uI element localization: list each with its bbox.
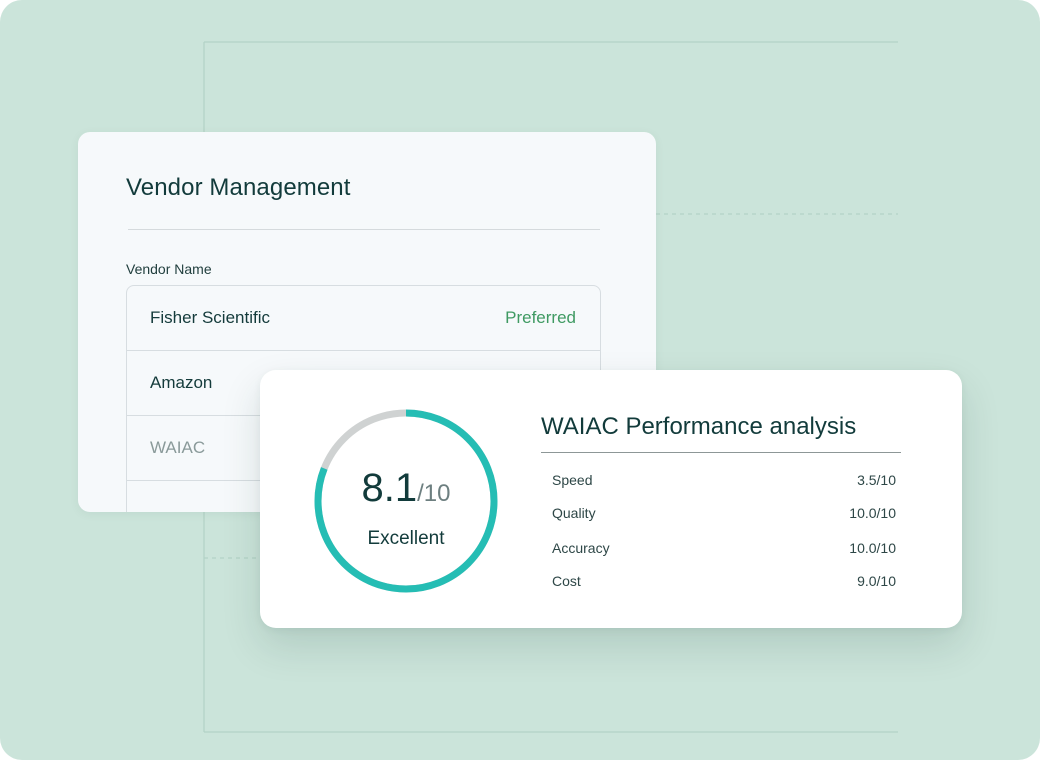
vendor-name: WAIAC bbox=[150, 438, 206, 457]
metric-value: 9.0/10 bbox=[857, 573, 896, 589]
score-value: 8.1 bbox=[361, 466, 418, 510]
metric-row-accuracy: Accuracy 10.0/10 bbox=[552, 538, 896, 558]
metric-value: 10.0/10 bbox=[849, 505, 896, 521]
performance-title: WAIAC Performance analysis bbox=[541, 413, 857, 440]
vendor-row-fisher-scientific[interactable]: Fisher Scientific Preferred bbox=[127, 286, 600, 351]
vendor-title-divider bbox=[128, 229, 600, 230]
vendor-name: Fisher Scientific bbox=[150, 308, 270, 327]
score-max: /10 bbox=[417, 480, 451, 507]
vendor-panel-title: Vendor Management bbox=[126, 174, 351, 201]
score-gauge: 8.1/10 Excellent bbox=[313, 408, 499, 594]
preferred-badge: Preferred bbox=[505, 308, 576, 327]
metric-label: Speed bbox=[552, 472, 593, 488]
performance-title-divider bbox=[541, 452, 901, 453]
overall-score: 8.1/10 bbox=[313, 466, 499, 511]
metric-label: Accuracy bbox=[552, 540, 610, 556]
metric-row-speed: Speed 3.5/10 bbox=[552, 470, 896, 490]
metric-label: Quality bbox=[552, 505, 596, 521]
score-rating: Excellent bbox=[367, 528, 445, 549]
canvas-background: Vendor Management Vendor Name Fisher Sci… bbox=[0, 0, 1040, 760]
metric-value: 3.5/10 bbox=[857, 472, 896, 488]
metric-label: Cost bbox=[552, 573, 581, 589]
metric-row-quality: Quality 10.0/10 bbox=[552, 503, 896, 523]
performance-analysis-card: 8.1/10 Excellent WAIAC Performance analy… bbox=[260, 370, 962, 628]
vendor-name-label: Vendor Name bbox=[126, 261, 212, 277]
vendor-name: Amazon bbox=[150, 373, 213, 392]
metric-row-cost: Cost 9.0/10 bbox=[552, 571, 896, 591]
metric-value: 10.0/10 bbox=[849, 540, 896, 556]
